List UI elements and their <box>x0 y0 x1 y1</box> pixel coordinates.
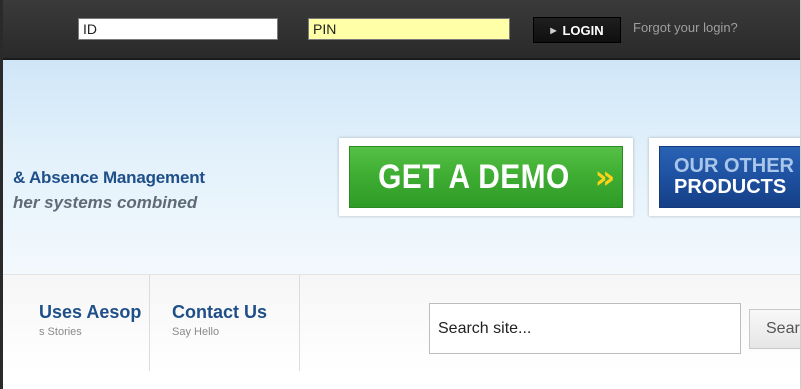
get-a-demo-button[interactable]: GET A DEMO » <box>349 146 623 208</box>
forgot-login-link[interactable]: Forgot your login? <box>633 20 738 35</box>
products-label-line1: OUR OTHER <box>674 155 794 177</box>
nav-item-title: Contact Us <box>172 302 268 322</box>
nav-item-who-uses-aesop[interactable]: Uses Aesop s Stories <box>3 275 150 371</box>
search-input[interactable] <box>429 303 741 354</box>
double-chevron-right-icon: » <box>594 158 615 196</box>
tagline-primary: & Absence Management <box>13 168 205 187</box>
demo-button-frame: GET A DEMO » <box>339 138 633 216</box>
tagline-secondary: her systems combined <box>13 193 198 212</box>
products-label-line2: PRODUCTS <box>674 176 787 198</box>
nav-item-subtitle: Say Hello <box>172 326 220 338</box>
products-button-frame: OUR OTHER PRODUCTS <box>649 138 800 216</box>
nav-item-title: Uses Aesop <box>39 302 142 322</box>
page-frame: ▶ LOGIN Forgot your login? & Absence Man… <box>0 0 801 389</box>
pin-input[interactable] <box>308 18 510 40</box>
id-input[interactable] <box>78 18 278 40</box>
nav-item-contact-us[interactable]: Contact Us Say Hello <box>150 275 300 371</box>
play-arrow-icon: ▶ <box>550 25 557 35</box>
hero-banner: & Absence Management her systems combine… <box>3 60 800 274</box>
get-a-demo-label: GET A DEMO <box>377 157 570 196</box>
search-button[interactable]: Sear <box>749 309 800 349</box>
nav-item-subtitle: s Stories <box>39 326 82 338</box>
login-button-label: LOGIN <box>562 22 604 38</box>
login-bar: ▶ LOGIN Forgot your login? <box>3 0 800 60</box>
login-button[interactable]: ▶ LOGIN <box>533 17 621 43</box>
our-other-products-button[interactable]: OUR OTHER PRODUCTS <box>659 146 800 208</box>
